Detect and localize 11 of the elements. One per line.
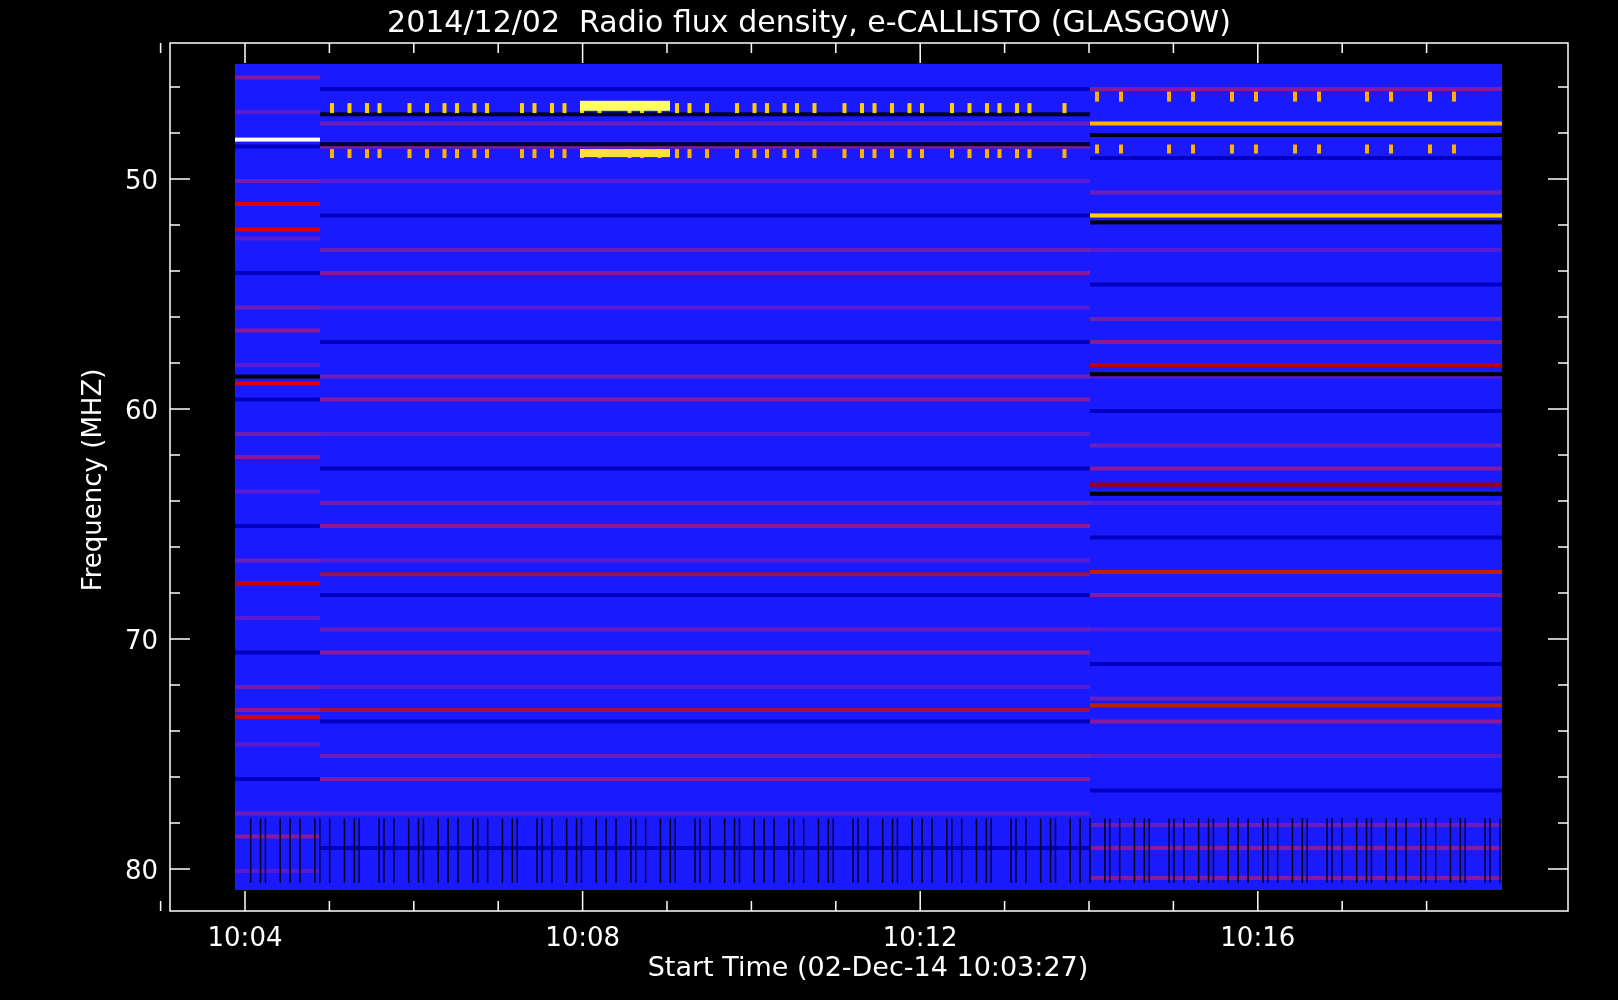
- y-tick-label: 50: [124, 165, 158, 195]
- x-tick-label: 10:16: [1220, 922, 1296, 952]
- y-axis-label: Frequency (MHZ): [77, 368, 107, 592]
- y-tick-label: 60: [124, 395, 158, 425]
- x-tick-label: 10:08: [545, 922, 621, 952]
- x-tick-label: 10:04: [207, 922, 283, 952]
- chart-title: 2014/12/02 Radio flux density, e-CALLISTO (GLASGOW): [387, 4, 1231, 39]
- y-tick-label: 70: [124, 625, 158, 655]
- x-axis-label: Start Time (02-Dec-14 10:03:27): [647, 951, 1089, 982]
- y-tick-label: 80: [124, 855, 158, 885]
- x-tick-label: 10:12: [882, 922, 958, 952]
